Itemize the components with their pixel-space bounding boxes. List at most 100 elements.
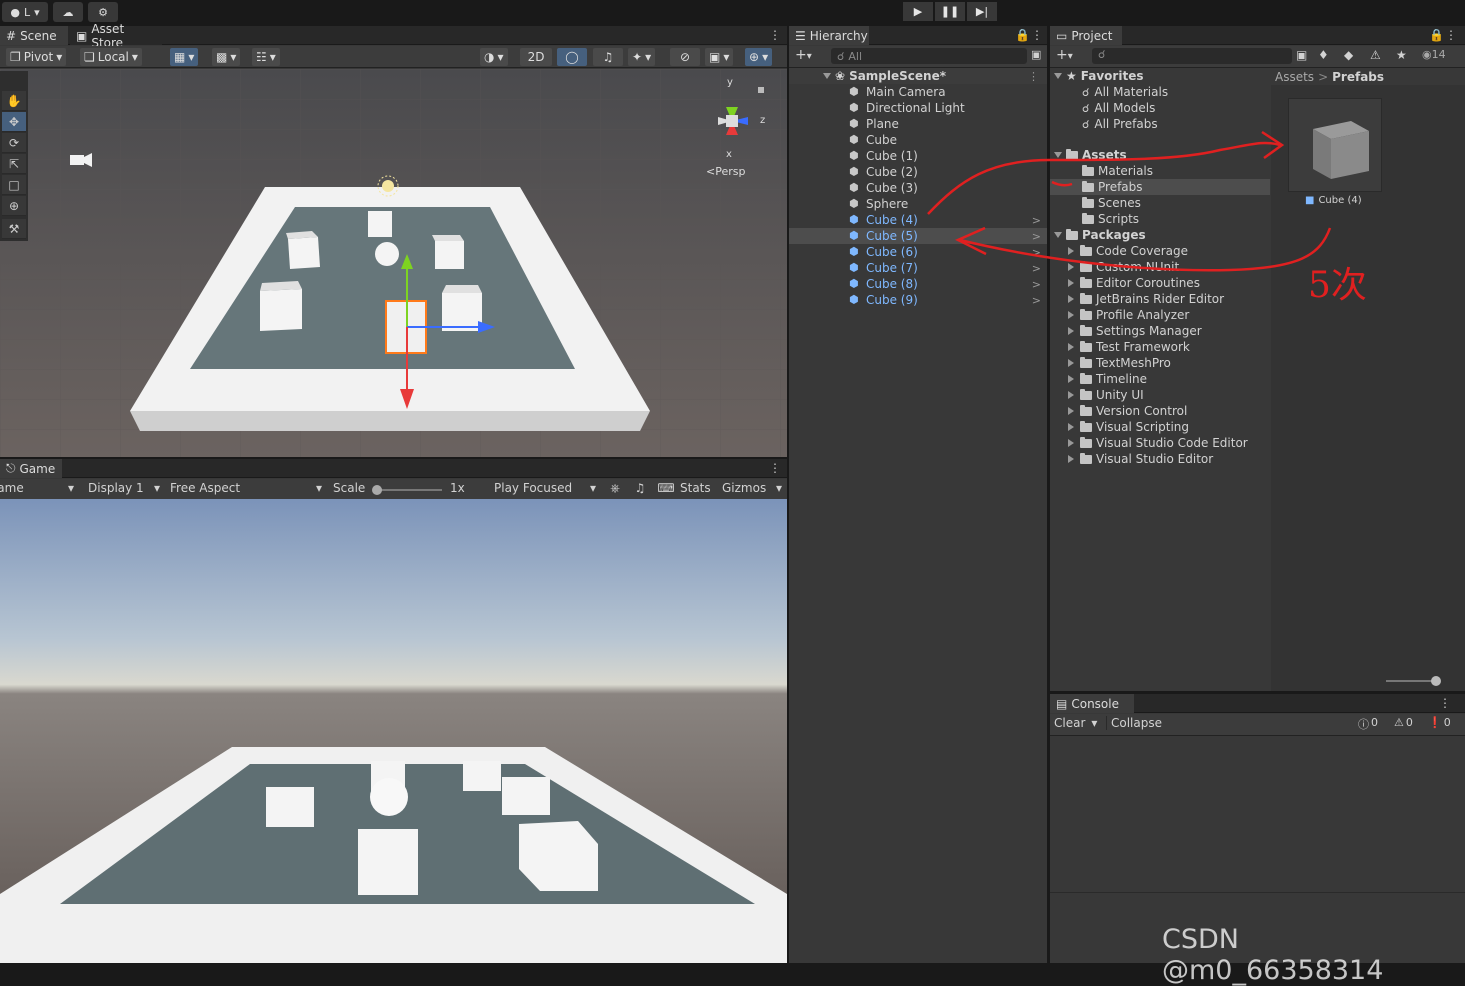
tab-project[interactable]: ▭ Project xyxy=(1050,26,1122,45)
chevron-right-icon[interactable]: > xyxy=(1032,246,1041,259)
keyboard-icon[interactable]: ⌨ xyxy=(656,481,676,495)
favorite-item[interactable]: ☌ All Prefabs xyxy=(1050,116,1270,132)
rotate-tool-button[interactable]: ⟳ xyxy=(2,133,26,153)
create-button[interactable]: +▾ xyxy=(1056,47,1073,63)
hierarchy-item[interactable]: ⬢ Sphere xyxy=(789,196,1047,212)
package-folder-item[interactable]: Test Framework xyxy=(1050,339,1270,355)
pause-button[interactable]: ❚❚ xyxy=(935,2,965,21)
favorite-item[interactable]: ☌ All Models xyxy=(1050,100,1270,116)
scale-slider[interactable] xyxy=(372,484,444,496)
chevron-right-icon[interactable]: > xyxy=(1032,294,1041,307)
package-folder-item[interactable]: Profile Analyzer xyxy=(1050,307,1270,323)
bug-icon[interactable]: ⎈ xyxy=(605,481,625,496)
stats-button[interactable]: Stats xyxy=(680,481,711,495)
tab-scene[interactable]: # Scene xyxy=(0,26,68,45)
collab-button[interactable]: ⚙ xyxy=(88,2,118,22)
effects-toggle[interactable]: ✦ ▾ xyxy=(628,48,656,66)
info-filter[interactable]: ⓘ 0 xyxy=(1358,716,1378,732)
package-folder-item[interactable]: Version Control xyxy=(1050,403,1270,419)
local-dropdown[interactable]: ❏ Local ▾ xyxy=(80,48,142,66)
asset-folder-item[interactable]: Scenes xyxy=(1050,195,1270,211)
star-icon[interactable]: ★ xyxy=(1396,48,1407,62)
hierarchy-item[interactable]: ⬢ Main Camera xyxy=(789,84,1047,100)
asset-folder-item[interactable]: Prefabs xyxy=(1050,179,1270,195)
search-scope-icon[interactable]: ▣ xyxy=(1296,48,1307,62)
kebab-menu-icon[interactable]: ⋮ xyxy=(1445,28,1457,42)
package-folder-item[interactable]: Settings Manager xyxy=(1050,323,1270,339)
favorites-row[interactable]: ★ Favorites xyxy=(1050,68,1270,84)
transform-tool-button[interactable]: ⊕ xyxy=(2,196,26,216)
add-button[interactable]: +▾ xyxy=(795,47,812,63)
lock-icon[interactable]: 🔒 xyxy=(1429,28,1444,42)
grid-visibility-button[interactable]: ▩ ▾ xyxy=(212,48,241,66)
package-folder-item[interactable]: Visual Studio Code Editor xyxy=(1050,435,1270,451)
hierarchy-item[interactable]: ⬢ Cube xyxy=(789,132,1047,148)
game-viewport[interactable] xyxy=(0,499,787,963)
hierarchy-item[interactable]: ⬢ Cube (5) > xyxy=(789,228,1047,244)
chevron-right-icon[interactable]: > xyxy=(1032,262,1041,275)
hierarchy-search-input[interactable]: ☌ All xyxy=(831,48,1027,64)
play-mode-dropdown[interactable]: Play Focused ▾ xyxy=(490,481,600,495)
asset-folder-item[interactable]: Materials xyxy=(1050,163,1270,179)
favorite-item[interactable]: ☌ All Materials xyxy=(1050,84,1270,100)
display-dropdown[interactable]: Display 1 ▾ xyxy=(84,481,164,495)
toggle-2d-button[interactable]: 2D xyxy=(520,48,552,66)
scale-slider-handle[interactable] xyxy=(372,485,382,495)
persp-toggle[interactable]: <Persp xyxy=(706,165,745,178)
package-folder-item[interactable]: Visual Scripting xyxy=(1050,419,1270,435)
tab-hierarchy[interactable]: ☰ Hierarchy xyxy=(789,26,869,45)
warning-filter[interactable]: ⚠ 0 xyxy=(1394,716,1413,729)
tab-asset-store[interactable]: ▣ Asset Store xyxy=(70,22,162,50)
hierarchy-item[interactable]: ⬢ Cube (9) > xyxy=(789,292,1047,308)
hierarchy-item[interactable]: ⬢ Cube (1) xyxy=(789,148,1047,164)
error-filter[interactable]: ❗ 0 xyxy=(1428,716,1451,729)
hand-tool-button[interactable]: ✋ xyxy=(2,91,26,111)
type-filter-icon[interactable]: ♦ xyxy=(1318,48,1329,62)
hierarchy-item[interactable]: ⬢ Cube (4) > xyxy=(789,212,1047,228)
thumbnail-size-handle[interactable] xyxy=(1431,676,1441,686)
tab-game[interactable]: ⎋ Game xyxy=(0,459,62,478)
kebab-menu-icon[interactable]: ⋮ xyxy=(1031,28,1043,42)
chevron-right-icon[interactable]: > xyxy=(1032,278,1041,291)
thumbnail-size-slider[interactable] xyxy=(1386,680,1436,682)
custom-tool-button[interactable]: ⚒ xyxy=(2,219,26,239)
move-tool-button[interactable]: ✥ xyxy=(2,112,26,132)
package-folder-item[interactable]: TextMeshPro xyxy=(1050,355,1270,371)
hierarchy-item[interactable]: ⬢ Cube (7) > xyxy=(789,260,1047,276)
hierarchy-item[interactable]: ⬢ Plane xyxy=(789,116,1047,132)
chevron-right-icon[interactable]: > xyxy=(1032,214,1041,227)
hierarchy-item[interactable]: ⬢ Cube (8) > xyxy=(789,276,1047,292)
account-dropdown[interactable]: ● L ▾ xyxy=(2,2,48,22)
hierarchy-item[interactable]: ⬢ Cube (6) > xyxy=(789,244,1047,260)
scene-visibility-icon[interactable]: ▣ xyxy=(1031,48,1041,61)
rect-tool-button[interactable]: □ xyxy=(2,175,26,195)
console-log-area[interactable] xyxy=(1050,736,1465,892)
scene-root-row[interactable]: ❀ SampleScene* ⋮ xyxy=(789,68,1047,84)
pivot-dropdown[interactable]: ❐ Pivot ▾ xyxy=(6,48,67,66)
collapse-toggle[interactable]: Collapse xyxy=(1106,716,1162,730)
warning-filter-icon[interactable]: ⚠ xyxy=(1370,48,1381,62)
kebab-menu-icon[interactable]: ⋮ xyxy=(1028,70,1039,83)
audio-toggle[interactable]: ♫ xyxy=(593,48,623,66)
asset-folder-item[interactable]: Scripts xyxy=(1050,211,1270,227)
hierarchy-item[interactable]: ⬢ Cube (3) xyxy=(789,180,1047,196)
increment-snap-button[interactable]: ☷ ▾ xyxy=(252,48,280,66)
assets-row[interactable]: Assets xyxy=(1050,147,1270,163)
chevron-right-icon[interactable]: > xyxy=(1032,230,1041,243)
package-folder-item[interactable]: Editor Coroutines xyxy=(1050,275,1270,291)
package-folder-item[interactable]: JetBrains Rider Editor xyxy=(1050,291,1270,307)
package-folder-item[interactable]: Unity UI xyxy=(1050,387,1270,403)
kebab-menu-icon[interactable]: ⋮ xyxy=(769,461,781,475)
package-folder-item[interactable]: Visual Studio Editor xyxy=(1050,451,1270,467)
camera-dropdown[interactable]: ▣ ▾ xyxy=(705,48,734,66)
hierarchy-item[interactable]: ⬢ Cube (2) xyxy=(789,164,1047,180)
kebab-menu-icon[interactable]: ⋮ xyxy=(1439,696,1451,710)
packages-row[interactable]: Packages xyxy=(1050,227,1270,243)
lock-icon[interactable]: 🔒 xyxy=(1015,28,1030,42)
visibility-toggle[interactable]: ⊘ xyxy=(670,48,700,66)
view-select-dropdown[interactable]: Game ▾ xyxy=(0,481,78,495)
asset-label-row[interactable]: ■ Cube (4) xyxy=(1305,195,1362,206)
tab-console[interactable]: ▤ Console xyxy=(1050,694,1134,713)
breadcrumb-root[interactable]: Assets xyxy=(1275,70,1314,84)
scale-tool-button[interactable]: ⇱ xyxy=(2,154,26,174)
